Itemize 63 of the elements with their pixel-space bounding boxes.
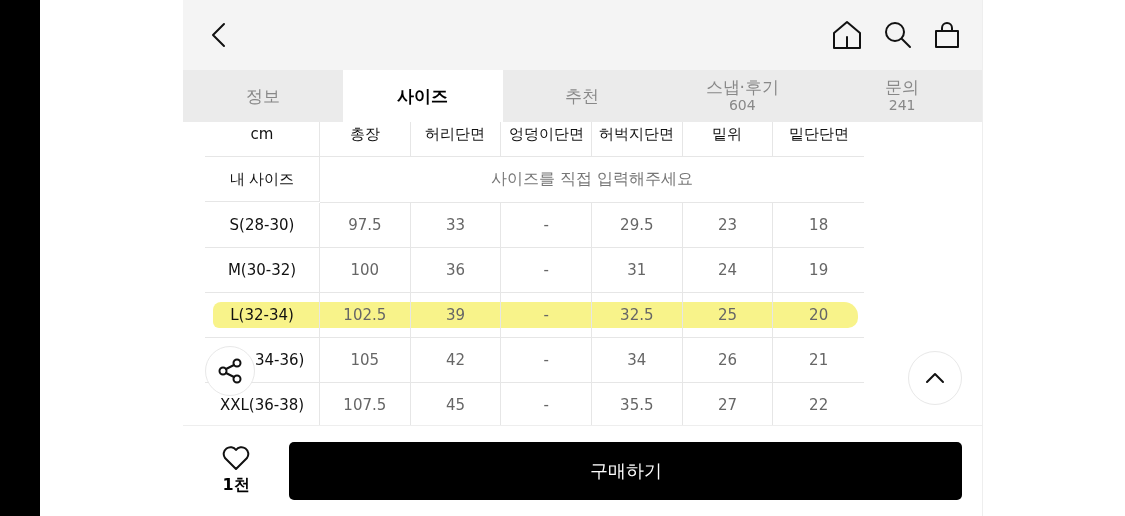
- share-button[interactable]: [205, 346, 255, 396]
- table-cell: 25: [682, 293, 774, 338]
- table-cell: -: [501, 383, 592, 425]
- tab[interactable]: 문의 241: [822, 70, 982, 122]
- heart-icon[interactable]: [222, 446, 250, 471]
- table-cell: 100: [320, 248, 411, 293]
- like-count: 1천: [222, 475, 250, 496]
- table-cell: 35.5: [592, 383, 683, 425]
- cart-button[interactable]: [934, 21, 960, 49]
- table-cell: 39: [410, 293, 502, 338]
- size-label: M(30-32): [205, 248, 320, 293]
- table-cell: 45: [410, 383, 502, 425]
- table-cell: -: [501, 248, 592, 293]
- home-button[interactable]: [832, 20, 862, 50]
- tab-count: 241: [888, 96, 916, 114]
- size-label: L(32-34): [205, 293, 320, 338]
- bag-icon: [934, 21, 960, 49]
- chevron-up-icon: [925, 372, 945, 384]
- back-icon: [211, 22, 227, 48]
- share-icon: [217, 358, 243, 384]
- column-header: cm: [205, 122, 320, 157]
- table-cell: 20: [773, 293, 864, 338]
- home-icon: [832, 20, 862, 50]
- table-cell: 18: [773, 203, 864, 248]
- search-button[interactable]: [884, 21, 912, 49]
- table-cell: 33: [410, 203, 502, 248]
- table-cell: 107.5: [320, 383, 411, 425]
- tab-count: 604: [728, 96, 756, 114]
- table-cell: 23: [682, 203, 774, 248]
- column-header: 허리단면: [410, 122, 502, 157]
- row-label: 내 사이즈: [205, 157, 320, 202]
- table-cell: 26: [682, 338, 774, 383]
- tab[interactable]: 사이즈: [342, 70, 503, 122]
- column-header: 총장: [320, 122, 411, 157]
- my-size-input[interactable]: 사이즈를 직접 입력해주세요: [320, 157, 864, 203]
- tab[interactable]: 추천: [502, 70, 663, 122]
- table-cell: 34: [592, 338, 683, 383]
- tab[interactable]: 정보: [183, 70, 343, 122]
- table-cell: 36: [410, 248, 502, 293]
- table-cell: 29.5: [592, 203, 683, 248]
- column-header: 밑단단면: [773, 122, 864, 157]
- buy-button[interactable]: 구매하기: [289, 442, 962, 500]
- table-cell: 22: [773, 383, 864, 425]
- table-cell: 19: [773, 248, 864, 293]
- table-cell: 32.5: [592, 293, 683, 338]
- table-cell: 97.5: [320, 203, 411, 248]
- tab[interactable]: 스냅·후기 604: [662, 70, 823, 122]
- table-cell: 102.5: [320, 293, 411, 338]
- table-cell: 31: [592, 248, 683, 293]
- table-cell: -: [501, 203, 592, 248]
- column-header: 엉덩이단면: [501, 122, 592, 157]
- search-icon: [884, 21, 912, 49]
- table-cell: 21: [773, 338, 864, 383]
- column-header: 허벅지단면: [592, 122, 683, 157]
- table-cell: 105: [320, 338, 411, 383]
- column-header: 밑위: [682, 122, 774, 157]
- table-cell: 42: [410, 338, 502, 383]
- back-button[interactable]: [211, 22, 227, 48]
- table-cell: 27: [682, 383, 774, 425]
- size-label: S(28-30): [205, 203, 320, 248]
- table-cell: -: [501, 338, 592, 383]
- table-cell: -: [501, 293, 592, 338]
- table-cell: 24: [682, 248, 774, 293]
